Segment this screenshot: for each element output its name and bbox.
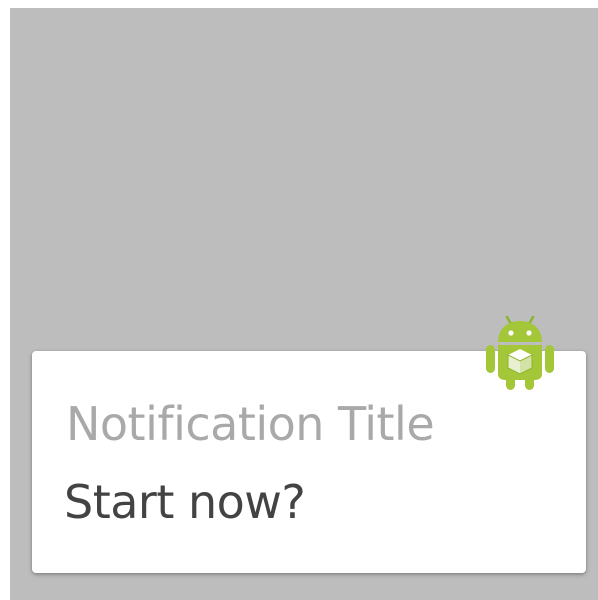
watch-screen: Notification Title Start now? <box>10 8 598 600</box>
notification-title: Notification Title <box>66 397 435 451</box>
notification-text: Start now? <box>64 475 306 529</box>
android-robot-icon <box>486 315 554 390</box>
